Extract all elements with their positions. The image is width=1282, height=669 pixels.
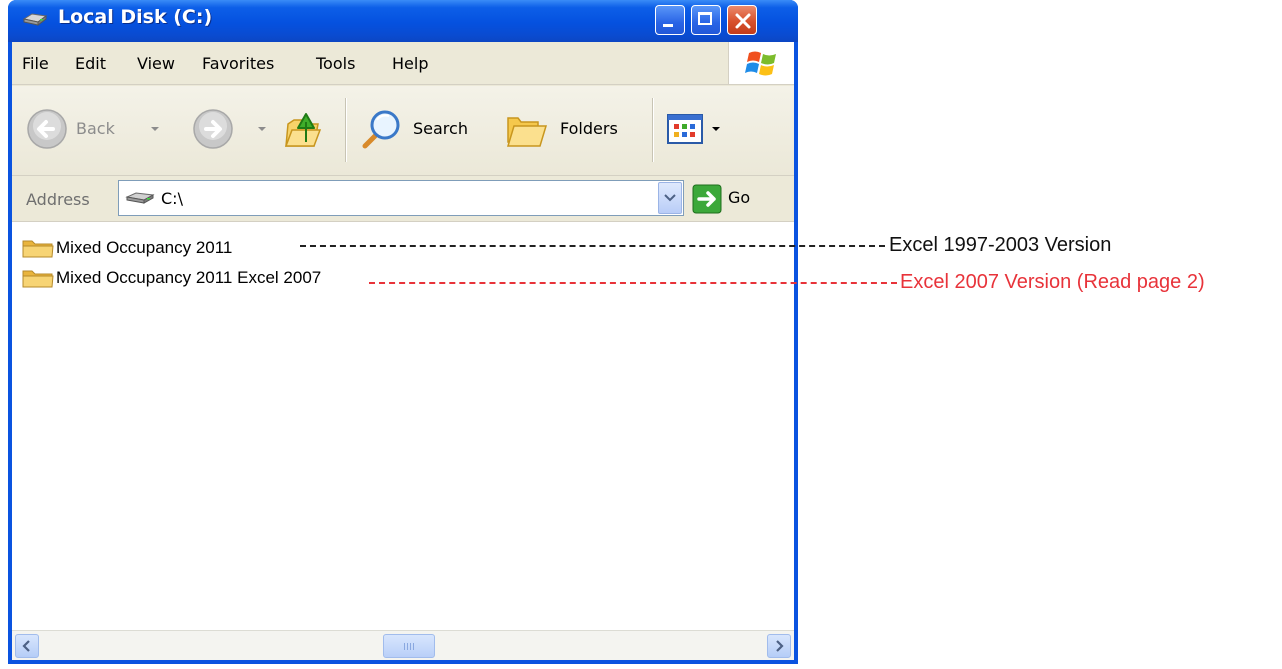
menu-help[interactable]: Help [392, 54, 428, 73]
folders-label: Folders [560, 119, 618, 138]
up-folder-icon[interactable] [284, 106, 326, 152]
window-client: File Edit View Favorites Tools Help Back… [12, 42, 794, 660]
go-button[interactable]: Go [692, 184, 762, 214]
go-arrow-icon [692, 184, 722, 214]
chevron-left-icon [22, 640, 30, 652]
back-label: Back [76, 119, 115, 138]
views-grid-icon [667, 114, 703, 144]
menu-view[interactable]: View [137, 54, 175, 73]
search-label: Search [413, 119, 468, 138]
minimize-button[interactable] [655, 5, 685, 35]
address-bar: Address C:\ Go [12, 176, 794, 222]
screen: Local Disk (C:) File Edit View Favorites… [0, 0, 1282, 669]
horizontal-scrollbar[interactable] [12, 630, 794, 660]
close-icon [735, 13, 751, 29]
views-dropdown-arrow-icon[interactable] [712, 127, 720, 131]
hard-drive-icon [22, 13, 48, 26]
file-name: Mixed Occupancy 2011 Excel 2007 [56, 268, 322, 287]
address-value: C:\ [161, 189, 183, 208]
windows-flag-icon [745, 51, 776, 76]
folder-icon [22, 270, 54, 288]
menu-favorites[interactable]: Favorites [202, 54, 274, 73]
search-button[interactable]: Search [359, 108, 489, 152]
folders-icon [506, 117, 548, 147]
views-button[interactable] [666, 112, 728, 148]
back-arrow-icon [27, 109, 67, 149]
annotation-label-excel-2007: Excel 2007 Version (Read page 2) [900, 271, 1205, 293]
scroll-grip [404, 643, 416, 650]
menu-file[interactable]: File [22, 54, 49, 73]
address-input[interactable]: C:\ [118, 180, 684, 216]
standard-toolbar: Back Search Folders [12, 86, 794, 176]
annotation-line-red [369, 282, 897, 284]
annotation-line-black [300, 245, 885, 247]
back-button[interactable]: Back [26, 108, 162, 152]
chevron-right-icon [776, 640, 784, 652]
menu-edit[interactable]: Edit [75, 54, 106, 73]
toolbar-separator [652, 98, 653, 162]
forward-button[interactable] [192, 108, 276, 152]
close-button[interactable] [727, 5, 757, 35]
title-bar[interactable]: Local Disk (C:) [8, 0, 798, 42]
chevron-down-icon [664, 194, 676, 202]
folders-button[interactable]: Folders [504, 108, 640, 152]
forward-arrow-icon [193, 109, 233, 149]
toolbar-separator [345, 98, 346, 162]
file-name: Mixed Occupancy 2011 [56, 238, 233, 257]
explorer-window: Local Disk (C:) File Edit View Favorites… [8, 0, 798, 664]
folder-icon [22, 240, 54, 258]
scroll-thumb[interactable] [383, 634, 435, 658]
maximize-button[interactable] [691, 5, 721, 35]
forward-dropdown-arrow-icon[interactable] [258, 127, 266, 131]
address-dropdown-button[interactable] [658, 182, 682, 214]
annotation-label-excel-1997: Excel 1997-2003 Version [889, 234, 1112, 256]
address-label: Address [26, 190, 90, 209]
go-label: Go [728, 188, 751, 207]
back-dropdown-arrow-icon[interactable] [151, 127, 159, 131]
hard-drive-icon [125, 192, 155, 204]
scroll-left-button[interactable] [15, 634, 39, 658]
search-magnifier-icon [362, 110, 400, 149]
menu-bar: File Edit View Favorites Tools Help [12, 42, 794, 85]
windows-logo [728, 42, 794, 84]
scroll-right-button[interactable] [767, 634, 791, 658]
window-title: Local Disk (C:) [58, 6, 213, 28]
menu-tools[interactable]: Tools [316, 54, 355, 73]
